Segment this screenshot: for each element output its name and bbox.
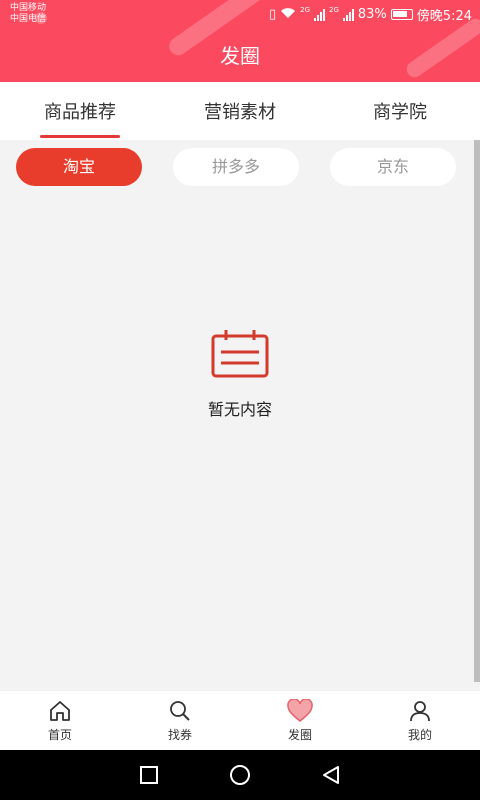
home-icon bbox=[50, 701, 70, 721]
nav-home[interactable]: 首页 bbox=[0, 691, 120, 750]
status-bar: 中国移动 中国电信 ▯ 2G 2G 83% 傍晚5:24 bbox=[0, 0, 480, 28]
main-tabs: 商品推荐 营销素材 商学院 bbox=[0, 82, 480, 140]
tab-business-school[interactable]: 商学院 bbox=[320, 82, 480, 140]
empty-state: 暂无内容 bbox=[0, 330, 480, 420]
nav-moments[interactable]: 发圈 bbox=[240, 691, 360, 750]
platform-pinduoduo[interactable]: 拼多多 bbox=[173, 148, 299, 186]
tab-product-recommend[interactable]: 商品推荐 bbox=[0, 82, 160, 140]
network-type-1: 2G bbox=[300, 5, 310, 14]
carrier-1: 中国移动 bbox=[10, 3, 47, 13]
platform-tabs: 淘宝 拼多多 京东 bbox=[0, 140, 472, 192]
empty-text: 暂无内容 bbox=[207, 400, 272, 419]
search-icon bbox=[170, 701, 190, 721]
network-type-2: 2G bbox=[329, 5, 339, 14]
platform-jingdong[interactable]: 京东 bbox=[330, 148, 456, 186]
header-bar: 中国移动 中国电信 ▯ 2G 2G 83% 傍晚5:24 发圈 bbox=[0, 0, 480, 82]
nav-mine-label: 我的 bbox=[407, 728, 432, 742]
recent-apps-icon[interactable] bbox=[139, 765, 159, 785]
user-icon bbox=[410, 701, 430, 722]
nav-home-label: 首页 bbox=[47, 728, 72, 742]
battery-percent: 83% bbox=[357, 7, 387, 22]
vibrate-icon: ▯ bbox=[268, 7, 277, 22]
nav-mine[interactable]: 我的 bbox=[360, 691, 480, 750]
wifi-icon bbox=[280, 7, 296, 23]
status-icons: ▯ 2G 2G 83% 傍晚5:24 bbox=[268, 5, 472, 25]
nav-moments-label: 发圈 bbox=[287, 728, 312, 742]
carrier-info: 中国移动 中国电信 bbox=[10, 3, 46, 25]
signal-icon bbox=[342, 8, 354, 21]
carrier-2: 中国电信 bbox=[10, 14, 47, 24]
battery-icon bbox=[390, 9, 413, 20]
heart-icon bbox=[287, 699, 313, 722]
clock: 傍晚5:24 bbox=[416, 9, 472, 24]
calendar-icon bbox=[211, 330, 269, 378]
nav-find-coupon[interactable]: 找券 bbox=[120, 691, 240, 750]
system-nav-bar bbox=[0, 750, 480, 800]
page-title: 发圈 bbox=[220, 44, 260, 68]
tab-marketing-material[interactable]: 营销素材 bbox=[160, 82, 320, 140]
nav-find-coupon-label: 找券 bbox=[167, 728, 192, 742]
bottom-nav: 首页 找券 发圈 我的 bbox=[0, 690, 480, 750]
back-icon[interactable] bbox=[321, 765, 341, 785]
platform-taobao[interactable]: 淘宝 bbox=[16, 148, 142, 186]
home-button-icon[interactable] bbox=[229, 764, 251, 786]
signal-icon bbox=[314, 8, 325, 21]
